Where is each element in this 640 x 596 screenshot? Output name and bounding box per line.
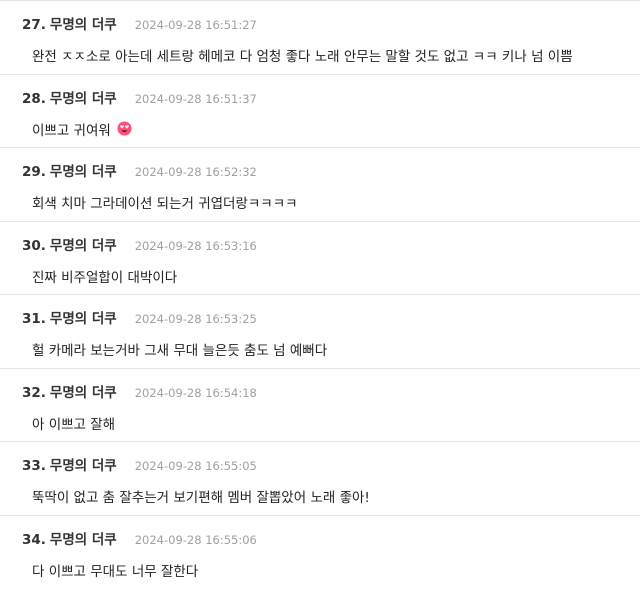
comment-item: 29. 무명의 더쿠 2024-09-28 16:52:32 회색 치마 그라데… bbox=[0, 148, 640, 222]
comment-date: 2024-09-28 16:53:16 bbox=[134, 238, 257, 253]
comment-text-body: 헐 카메라 보는거바 그새 무대 늘은듯 춤도 넘 예뻐다 bbox=[32, 343, 328, 359]
comment-number: 31. bbox=[22, 311, 46, 327]
comment-author[interactable]: 무명의 더쿠 bbox=[50, 234, 117, 254]
comment-number: 33. bbox=[22, 458, 46, 474]
comment-date: 2024-09-28 16:53:25 bbox=[134, 312, 257, 326]
comment-number: 27. bbox=[22, 17, 46, 33]
comment-date: 2024-09-28 16:51:27 bbox=[134, 18, 257, 32]
comment-author[interactable]: 무명의 더쿠 bbox=[50, 160, 117, 180]
comment-text: 다 이쁘고 무대도 너무 잘한다 bbox=[32, 560, 198, 580]
comment-author[interactable]: 무명의 더쿠 bbox=[50, 13, 117, 33]
comment-meta: 32. 무명의 더쿠 2024-09-28 16:54:18 bbox=[22, 381, 257, 401]
comment-date: 2024-09-28 16:51:37 bbox=[134, 91, 257, 106]
comment-text: 진짜 비주얼합이 대박이다 bbox=[32, 266, 177, 286]
comment-item: 32. 무명의 더쿠 2024-09-28 16:54:18 아 이쁘고 잘해 bbox=[0, 369, 640, 442]
comment-meta: 28. 무명의 더쿠 2024-09-28 16:51:37 bbox=[22, 87, 257, 107]
comment-author[interactable]: 무명의 더쿠 bbox=[50, 307, 117, 327]
comment-number: 34. bbox=[22, 531, 46, 548]
comment-text: 완전 ㅈㅈ소로 아는데 세트랑 헤메코 다 엄청 좋다 노래 안무는 말할 것도… bbox=[32, 45, 573, 65]
comment-number: 29. bbox=[22, 164, 46, 180]
comment-text: 헐 카메라 보는거바 그새 무대 늘은듯 춤도 넘 예뻐다 bbox=[32, 339, 327, 359]
comment-text-body: 아 이쁘고 잘해 bbox=[32, 416, 116, 433]
comment-text-body: 다 이쁘고 무대도 너무 잘한다 bbox=[32, 563, 199, 580]
comment-meta: 31. 무명의 더쿠 2024-09-28 16:53:25 bbox=[22, 307, 257, 327]
comment-date: 2024-09-28 16:55:06 bbox=[134, 532, 257, 547]
comment-text: 이쁘고 귀여워 bbox=[32, 119, 132, 139]
comment-number: 28. bbox=[22, 90, 46, 107]
comment-text: 아 이쁘고 잘해 bbox=[32, 413, 115, 433]
comment-text-body: 완전 ㅈㅈ소로 아는데 세트랑 헤메코 다 엄청 좋다 노래 안무는 말할 것도… bbox=[32, 49, 573, 65]
comment-item: 34. 무명의 더쿠 2024-09-28 16:55:06 다 이쁘고 무대도… bbox=[0, 516, 640, 590]
comment-date: 2024-09-28 16:55:05 bbox=[134, 459, 257, 473]
comment-meta: 29. 무명의 더쿠 2024-09-28 16:52:32 bbox=[22, 160, 257, 180]
comment-item: 30. 무명의 더쿠 2024-09-28 16:53:16 진짜 비주얼합이 … bbox=[0, 222, 640, 295]
heart-eyes-emoji-icon bbox=[117, 121, 132, 136]
comment-text: 뚝딱이 없고 춤 잘추는거 보기편해 멤버 잘뽑았어 노래 좋아! bbox=[32, 486, 370, 506]
comment-meta: 27. 무명의 더쿠 2024-09-28 16:51:27 bbox=[22, 13, 257, 33]
comment-date: 2024-09-28 16:52:32 bbox=[134, 165, 257, 179]
comment-author[interactable]: 무명의 더쿠 bbox=[50, 87, 117, 107]
comment-author[interactable]: 무명의 더쿠 bbox=[50, 454, 117, 474]
comment-text: 회색 치마 그라데이션 되는거 귀엽더랑ㅋㅋㅋㅋ bbox=[32, 192, 298, 212]
comment-text-body: 회색 치마 그라데이션 되는거 귀엽더랑ㅋㅋㅋㅋ bbox=[32, 196, 298, 212]
comment-list: 27. 무명의 더쿠 2024-09-28 16:51:27 완전 ㅈㅈ소로 아… bbox=[0, 1, 640, 589]
comment-item: 33. 무명의 더쿠 2024-09-28 16:55:05 뚝딱이 없고 춤 … bbox=[0, 442, 640, 516]
comment-number: 32. bbox=[22, 384, 46, 401]
comment-meta: 33. 무명의 더쿠 2024-09-28 16:55:05 bbox=[22, 454, 257, 474]
comment-meta: 34. 무명의 더쿠 2024-09-28 16:55:06 bbox=[22, 528, 257, 548]
comment-text-body: 뚝딱이 없고 춤 잘추는거 보기편해 멤버 잘뽑았어 노래 좋아! bbox=[32, 490, 370, 506]
comment-author[interactable]: 무명의 더쿠 bbox=[50, 528, 117, 548]
comment-text-body: 진짜 비주얼합이 대박이다 bbox=[32, 269, 178, 286]
comment-item: 27. 무명의 더쿠 2024-09-28 16:51:27 완전 ㅈㅈ소로 아… bbox=[0, 1, 640, 75]
comment-meta: 30. 무명의 더쿠 2024-09-28 16:53:16 bbox=[22, 234, 257, 254]
comment-text-body: 이쁘고 귀여워 bbox=[32, 122, 111, 139]
comment-item: 31. 무명의 더쿠 2024-09-28 16:53:25 헐 카메라 보는거… bbox=[0, 295, 640, 369]
comment-author[interactable]: 무명의 더쿠 bbox=[50, 381, 117, 401]
comment-number: 30. bbox=[22, 237, 46, 254]
comment-item: 28. 무명의 더쿠 2024-09-28 16:51:37 이쁘고 귀여워 bbox=[0, 75, 640, 148]
comment-date: 2024-09-28 16:54:18 bbox=[134, 385, 257, 400]
